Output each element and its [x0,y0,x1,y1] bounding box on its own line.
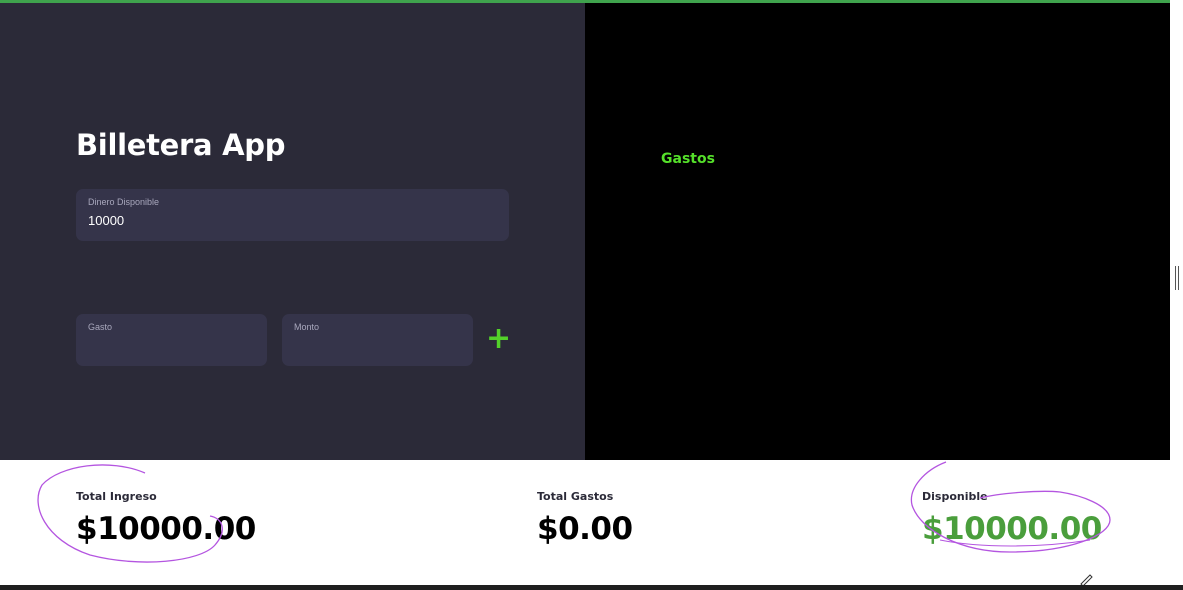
gasto-label: Gasto [88,322,113,332]
dinero-disponible-input[interactable] [88,213,457,228]
add-expense-button[interactable]: + [486,321,512,356]
gastos-list-panel [585,3,1170,460]
total-gastos-value: $0.00 [537,511,633,547]
resize-handle-line [1178,266,1179,290]
summary-bar: Total Ingreso $10000.00 Total Gastos $0.… [0,460,1170,585]
total-ingreso-card: Total Ingreso $10000.00 [76,490,256,547]
page-title: Billetera App [76,128,286,162]
total-ingreso-value: $10000.00 [76,511,256,547]
total-gastos-label: Total Gastos [537,490,614,503]
plus-icon: + [486,321,512,356]
gastos-heading: Gastos [661,151,715,167]
disponible-value: $10000.00 [922,511,1102,547]
dinero-disponible-label: Dinero Disponible [88,197,160,207]
disponible-card: Disponible $10000.00 [922,490,1102,547]
monto-field[interactable]: Monto [282,314,473,366]
resize-handle-line [1175,266,1176,290]
dinero-disponible-field[interactable]: Dinero Disponible [76,189,509,241]
monto-input[interactable] [294,338,457,353]
window-resize-handle[interactable] [1173,232,1183,298]
disponible-label: Disponible [922,490,988,503]
total-gastos-card: Total Gastos $0.00 [537,490,633,547]
gasto-field[interactable]: Gasto [76,314,267,366]
monto-label: Monto [294,322,320,332]
taskbar [0,585,1183,590]
gasto-input[interactable] [88,338,251,353]
total-ingreso-label: Total Ingreso [76,490,157,503]
